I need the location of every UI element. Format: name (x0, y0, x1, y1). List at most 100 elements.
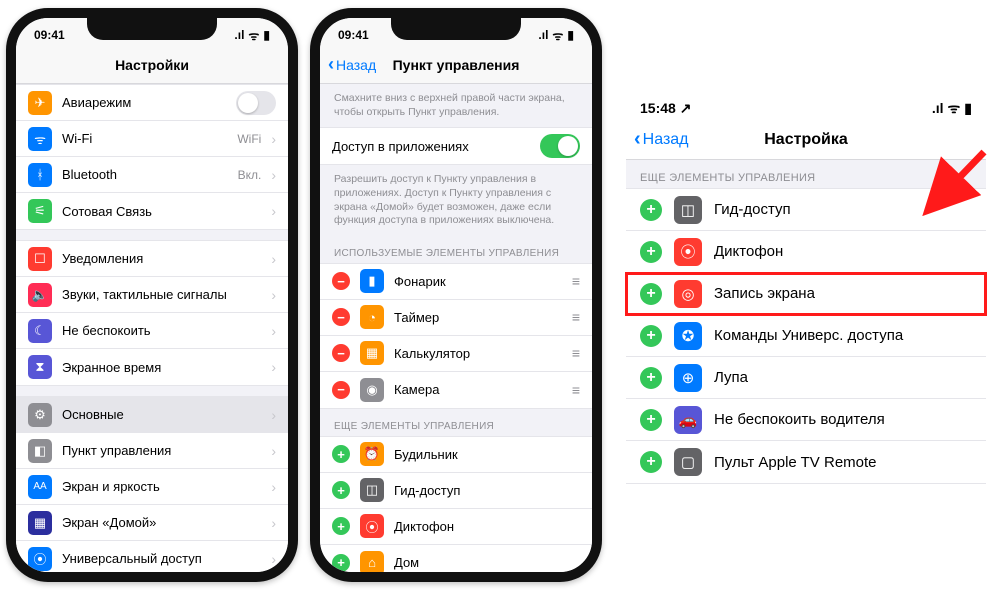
voicememo-icon: ⦿ (674, 238, 702, 266)
battery-icon: ▮ (964, 100, 972, 117)
homescreen-icon: ▦ (28, 511, 52, 535)
controlcenter-content[interactable]: Смахните вниз с верхней правой части экр… (320, 84, 592, 572)
more-row-appletv[interactable]: +▢Пульт Apple TV Remote (626, 441, 986, 483)
row-label: Гид-доступ (394, 483, 580, 498)
more-row-voicememo[interactable]: +⦿Диктофон (626, 231, 986, 273)
more-row-accesscmd[interactable]: +✪Команды Универс. доступа (626, 315, 986, 357)
more-row-home[interactable]: +⌂Дом (320, 545, 592, 572)
more-row-alarm[interactable]: +⏰Будильник (320, 437, 592, 473)
settings-row-bluetooth[interactable]: ᚼBluetoothВкл.› (16, 157, 288, 193)
more-row-dnd-drive[interactable]: +🚗Не беспокоить водителя (626, 399, 986, 441)
row-label: Авиарежим (62, 95, 226, 110)
add-button[interactable]: + (332, 445, 350, 463)
navbar: ‹ Назад Настройка (626, 120, 986, 160)
add-button[interactable]: + (640, 409, 662, 431)
more-row-guided[interactable]: +◫Гид-доступ (320, 473, 592, 509)
reorder-handle-icon[interactable]: ≡ (572, 382, 580, 398)
row-label: Сотовая Связь (62, 204, 261, 219)
flashlight-icon: ▮ (360, 269, 384, 293)
status-time: 09:41 (338, 28, 369, 42)
notch (87, 18, 217, 40)
add-button[interactable]: + (640, 283, 662, 305)
chevron-right-icon: › (271, 443, 276, 459)
row-label: Wi-Fi (62, 131, 227, 146)
signal-icon: .ıl (932, 100, 944, 116)
add-button[interactable]: + (640, 325, 662, 347)
settings-row-general[interactable]: ⚙Основные› (16, 397, 288, 433)
back-button[interactable]: ‹ Назад (634, 128, 689, 151)
chevron-right-icon: › (271, 359, 276, 375)
add-button[interactable]: + (640, 367, 662, 389)
row-label: Команды Универс. доступа (714, 327, 972, 344)
phone-controlcenter: 09:41 .ıl ᯤ ▮ ‹ Назад Пункт управления С… (310, 8, 602, 582)
access-toggle[interactable] (540, 134, 580, 158)
settings-row-sounds[interactable]: 🔈Звуки, тактильные сигналы› (16, 277, 288, 313)
notifications-icon: ☐ (28, 247, 52, 271)
settings-row-controlcenter[interactable]: ◧Пункт управления› (16, 433, 288, 469)
used-row-flashlight[interactable]: −▮ Фонарик ≡ (320, 264, 592, 300)
chevron-right-icon: › (271, 167, 276, 183)
remove-button[interactable]: − (332, 308, 350, 326)
more-row-screenrec[interactable]: +◎Запись экрана (626, 273, 986, 315)
settings-row-display[interactable]: AAЭкран и яркость› (16, 469, 288, 505)
reorder-handle-icon[interactable]: ≡ (572, 309, 580, 325)
chevron-left-icon: ‹ (328, 54, 334, 75)
chevron-right-icon: › (271, 407, 276, 423)
more-row-magnifier[interactable]: +⊕Лупа (626, 357, 986, 399)
used-row-timer[interactable]: −◔Таймер≡ (320, 300, 592, 336)
settings-row-screentime[interactable]: ⧗Экранное время› (16, 349, 288, 385)
wifi-icon: ᯤ (947, 99, 960, 118)
phone-customize-crop: 15:48 ↗ .ıl ᯤ ▮ ‹ Назад Настройка ЕЩЕ ЭЛ… (626, 90, 986, 484)
calculator-icon: ▦ (360, 341, 384, 365)
row-label: Экранное время (62, 360, 261, 375)
back-button[interactable]: ‹ Назад (328, 54, 376, 75)
row-label: Диктофон (394, 519, 580, 534)
row-label: Доступ в приложениях (332, 139, 530, 154)
reorder-handle-icon[interactable]: ≡ (572, 345, 580, 361)
chevron-left-icon: ‹ (634, 128, 641, 151)
remove-button[interactable]: − (332, 381, 350, 399)
settings-row-notifications[interactable]: ☐Уведомления› (16, 241, 288, 277)
bluetooth-icon: ᚼ (28, 163, 52, 187)
settings-row-accessibility[interactable]: ⦿Универсальный доступ› (16, 541, 288, 572)
add-button[interactable]: + (640, 199, 662, 221)
add-button[interactable]: + (640, 451, 662, 473)
settings-row-cellular[interactable]: ⚟Сотовая Связь› (16, 193, 288, 229)
more-row-voicememo[interactable]: +⦿Диктофон (320, 509, 592, 545)
reorder-handle-icon[interactable]: ≡ (572, 273, 580, 289)
settings-row-dnd[interactable]: ☾Не беспокоить› (16, 313, 288, 349)
magnifier-icon: ⊕ (674, 364, 702, 392)
access-in-apps-row[interactable]: Доступ в приложениях (320, 128, 592, 164)
cellular-icon: ⚟ (28, 199, 52, 223)
row-value: Вкл. (238, 168, 262, 182)
settings-row-airplane[interactable]: ✈Авиарежим (16, 85, 288, 121)
row-label: Будильник (394, 447, 580, 462)
chevron-right-icon: › (271, 287, 276, 303)
add-button[interactable]: + (332, 554, 350, 572)
row-label: Калькулятор (394, 346, 562, 361)
used-row-calculator[interactable]: −▦ Калькулятор ≡ (320, 336, 592, 372)
remove-button[interactable]: − (332, 272, 350, 290)
hint-text: Смахните вниз с верхней правой части экр… (320, 84, 592, 127)
wifi-icon: ᯤ (28, 127, 52, 151)
status-time: 15:48 ↗ (640, 100, 691, 117)
timer-icon: ◔ (360, 305, 384, 329)
more-row-guided[interactable]: +◫Гид-доступ (626, 189, 986, 231)
add-button[interactable]: + (332, 481, 350, 499)
display-icon: AA (28, 475, 52, 499)
settings-list[interactable]: ✈АвиарежимᯤWi-FiWiFi›ᚼBluetoothВкл.›⚟Сот… (16, 84, 288, 572)
settings-row-homescreen[interactable]: ▦Экран «Домой»› (16, 505, 288, 541)
settings-row-wifi[interactable]: ᯤWi-FiWiFi› (16, 121, 288, 157)
status-icons: .ıl ᯤ ▮ (234, 27, 270, 44)
back-label: Назад (336, 57, 376, 73)
airplane-toggle[interactable] (236, 91, 276, 115)
controlcenter-icon: ◧ (28, 439, 52, 463)
screenrec-icon: ◎ (674, 280, 702, 308)
used-row-camera[interactable]: −◉Камера≡ (320, 372, 592, 408)
add-button[interactable]: + (332, 517, 350, 535)
navbar: ‹ Назад Пункт управления (320, 46, 592, 84)
remove-button[interactable]: − (332, 344, 350, 362)
add-button[interactable]: + (640, 241, 662, 263)
page-title: Настройки (115, 57, 189, 73)
row-label: Фонарик (394, 274, 562, 289)
